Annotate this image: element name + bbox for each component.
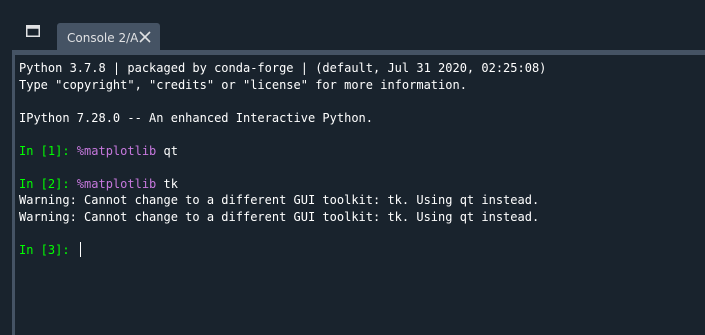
magic-argument: tk [156,176,178,191]
prompt-in-1: In [1]: [19,143,77,158]
ipython-console-pane: Console 2/A Python 3.7.8 | packaged by c… [0,0,705,335]
console-output[interactable]: Python 3.7.8 | packaged by conda-forge |… [15,55,705,335]
banner-line-1: Python 3.7.8 | packaged by conda-forge |… [19,61,547,75]
input-line-1: In [1]: %matplotlib qt [19,143,705,160]
tab-console-2a[interactable]: Console 2/A [57,23,160,52]
text-cursor [79,241,81,257]
magic-command: %matplotlib [76,176,157,191]
tab-bar: Console 2/A [0,0,705,52]
window-icon[interactable] [22,21,44,41]
magic-command: %matplotlib [76,143,157,158]
warning-line-2: Warning: Cannot change to a different GU… [19,209,540,224]
close-icon[interactable] [138,30,152,44]
prompt-in-2: In [2]: [19,176,77,191]
ipython-version-line: IPython 7.28.0 -- An enhanced Interactiv… [19,110,374,125]
magic-argument: qt [156,143,178,158]
input-line-2: In [2]: %matplotlib tk [19,176,705,193]
banner-line-2: Type "copyright", "credits" or "license"… [19,77,467,92]
prompt-in-3: In [3]: [19,242,77,257]
tab-label: Console 2/A [67,30,139,45]
input-line-3[interactable]: In [3]: [19,241,705,259]
warning-line-1: Warning: Cannot change to a different GU… [19,193,540,207]
